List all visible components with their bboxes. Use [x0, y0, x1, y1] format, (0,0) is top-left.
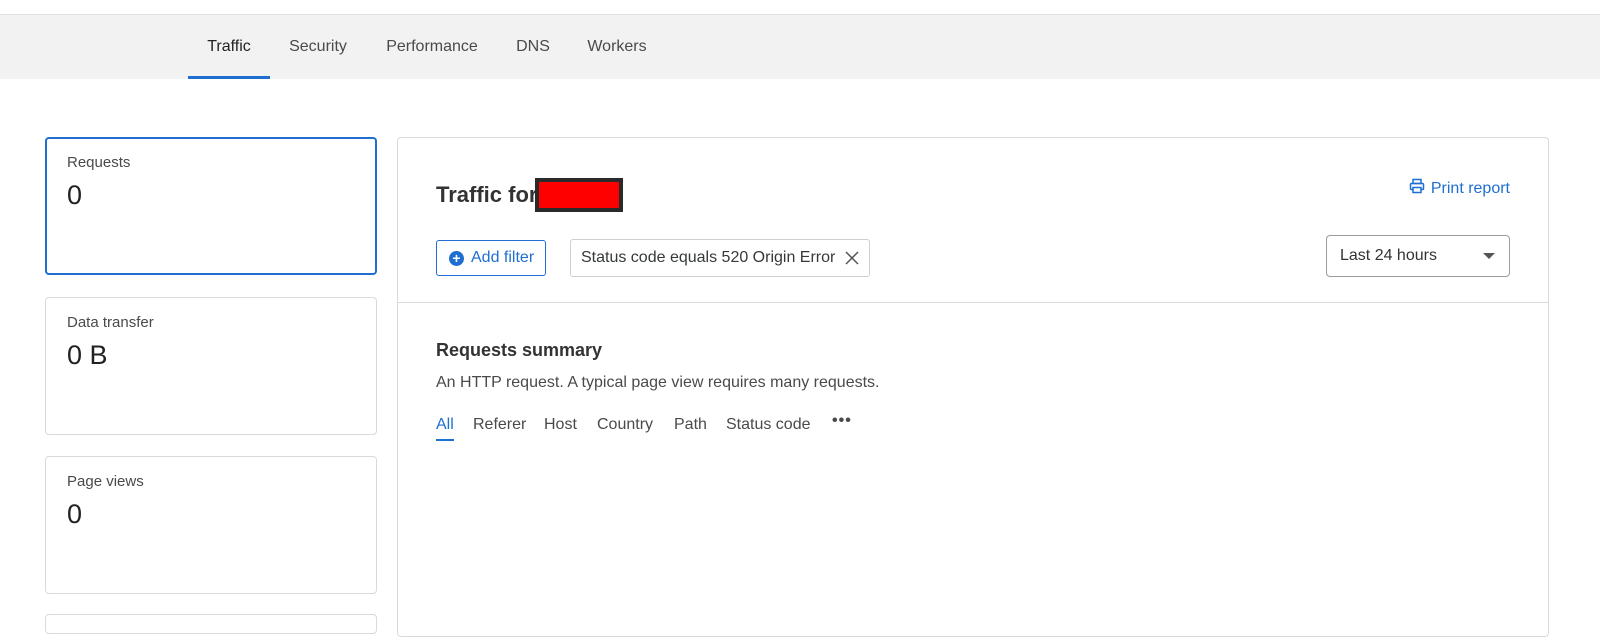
subtab-all-label: All: [436, 416, 454, 433]
tab-security-label: Security: [289, 38, 347, 55]
subtab-referer-label: Referer: [473, 416, 527, 433]
top-strip: [0, 0, 1600, 15]
close-icon[interactable]: [845, 251, 859, 265]
subtab-host-label: Host: [544, 416, 577, 433]
tab-bar: Traffic Security Performance DNS Workers: [0, 15, 1600, 79]
tab-performance[interactable]: Performance: [382, 15, 482, 79]
tab-dns[interactable]: DNS: [512, 15, 554, 79]
print-report-label: Print report: [1430, 179, 1510, 197]
tab-performance-label: Performance: [386, 38, 478, 55]
subtab-status-code[interactable]: Status code: [726, 416, 811, 434]
stat-label: Requests: [67, 154, 131, 171]
panel-title: Traffic for: [436, 178, 624, 212]
subtab-status-code-label: Status code: [726, 416, 811, 433]
active-subtab-indicator: [436, 439, 454, 441]
stat-label: Page views: [67, 473, 144, 490]
subtab-host[interactable]: Host: [544, 416, 577, 434]
traffic-panel: Traffic for Print report + Add filter St…: [397, 137, 1549, 637]
tab-traffic-label: Traffic: [207, 38, 251, 55]
subtab-path[interactable]: Path: [674, 416, 707, 434]
divider: [398, 302, 1548, 303]
panel-title-text: Traffic for: [436, 182, 538, 207]
stat-card-data-transfer[interactable]: Data transfer 0 B: [45, 297, 377, 435]
subtab-referer[interactable]: Referer: [473, 416, 526, 434]
stat-card-partial[interactable]: [45, 614, 377, 634]
tab-workers[interactable]: Workers: [584, 15, 650, 79]
tab-traffic[interactable]: Traffic: [188, 15, 270, 79]
tab-security[interactable]: Security: [284, 15, 352, 79]
redacted-domain: [535, 178, 624, 212]
stat-value: 0 B: [67, 340, 108, 370]
section-title: Requests summary: [436, 340, 603, 360]
subtab-all[interactable]: All: [436, 416, 454, 441]
add-filter-button[interactable]: + Add filter: [436, 240, 547, 276]
time-range-value: Last 24 hours: [1340, 247, 1437, 264]
subtab-country[interactable]: Country: [597, 416, 653, 434]
stat-card-requests[interactable]: Requests 0: [45, 137, 377, 275]
subtab-country-label: Country: [597, 416, 654, 433]
stat-value: 0: [67, 180, 83, 210]
time-range-select[interactable]: Last 24 hours: [1326, 235, 1510, 277]
stat-value: 0: [67, 499, 83, 529]
active-tab-indicator: [188, 76, 270, 79]
print-report-link[interactable]: Print report: [1409, 178, 1510, 199]
filter-chip: Status code equals 520 Origin Error: [570, 239, 871, 277]
stat-label: Data transfer: [67, 314, 154, 331]
tab-workers-label: Workers: [587, 38, 647, 55]
chevron-down-icon: [1483, 253, 1495, 259]
add-filter-label: Add filter: [471, 249, 535, 266]
subtab-path-label: Path: [674, 416, 707, 433]
tab-dns-label: DNS: [516, 38, 550, 55]
stat-card-page-views[interactable]: Page views 0: [45, 456, 377, 594]
section-description: An HTTP request. A typical page view req…: [436, 374, 880, 391]
filter-chip-label: Status code equals 520 Origin Error: [581, 249, 836, 266]
more-icon[interactable]: •••: [832, 412, 852, 430]
plus-circle-icon: +: [449, 250, 464, 266]
printer-icon: [1409, 178, 1425, 199]
